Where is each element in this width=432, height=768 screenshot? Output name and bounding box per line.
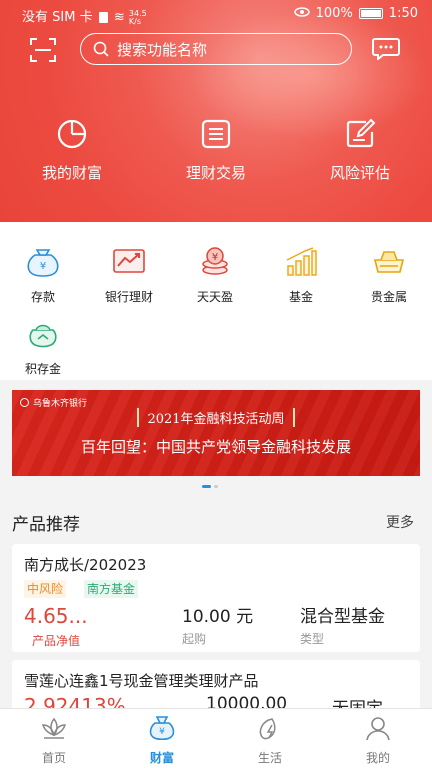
grid-item-label: 基金 <box>288 290 313 304</box>
quick-nav-label: 我的财富 <box>41 164 102 182</box>
quick-nav-label: 风险评估 <box>329 164 390 182</box>
header-banner: 没有 SIM 卡 ≋ 34.5 K/s 100% 1:50 搜索功能名称 我的财… <box>0 0 432 222</box>
edit-doc-icon <box>346 118 376 148</box>
tab-label: 财富 <box>149 751 174 765</box>
tab-label: 生活 <box>257 751 282 765</box>
product-name: 南方成长/202023 <box>24 556 147 574</box>
svg-text:¥: ¥ <box>212 252 218 263</box>
grid-item-label: 积存金 <box>24 362 61 376</box>
carousel-indicator <box>202 485 218 488</box>
banner-subline: 百年回望：中国共产党领导金融科技发展 <box>80 438 351 456</box>
tab-home[interactable]: 首页 <box>0 715 108 766</box>
svg-text:¥: ¥ <box>159 727 165 737</box>
product-type-label: 类型 <box>300 632 325 646</box>
grid-item-gold-accumulation[interactable]: 积存金 <box>0 318 86 377</box>
bank-logo-icon <box>20 398 29 407</box>
grid-item-deposit[interactable]: ¥ 存款 <box>0 246 86 305</box>
scan-icon[interactable] <box>30 38 56 62</box>
search-bar[interactable]: 搜索功能名称 <box>80 33 352 65</box>
product-rate: 4.65... <box>24 604 88 628</box>
grid-item-label: 天天盈 <box>196 290 233 304</box>
status-left: 没有 SIM 卡 ≋ 34.5 K/s <box>22 6 147 26</box>
status-right: 100% 1:50 <box>293 6 418 21</box>
product-rate-label: 产品净值 <box>32 634 81 648</box>
wealth-bag-icon: ¥ <box>149 716 175 741</box>
search-icon <box>93 41 109 57</box>
status-bar: 没有 SIM 卡 ≋ 34.5 K/s 100% 1:50 <box>0 0 432 28</box>
list-icon <box>201 119 231 149</box>
pie-chart-icon <box>57 119 87 149</box>
product-min-amount-label: 起购 <box>182 632 207 646</box>
company-tag: 南方基金 <box>84 580 139 598</box>
bottom-tab-bar: 首页 ¥ 财富 生活 我的 <box>0 708 432 768</box>
grid-item-precious-metal[interactable]: 贵金属 <box>346 246 432 305</box>
trend-chart-icon <box>113 249 145 273</box>
product-name: 雪莲心连鑫1号现金管理类理财产品 <box>24 672 259 690</box>
life-icon <box>259 718 276 740</box>
quick-nav-trading[interactable]: 理财交易 <box>161 112 271 183</box>
grid-item-fund[interactable]: 基金 <box>258 246 344 305</box>
clock: 1:50 <box>388 6 418 21</box>
carousel-dot-active <box>202 485 211 488</box>
message-icon[interactable] <box>372 38 400 60</box>
quick-nav: 我的财富 理财交易 风险评估 <box>0 112 432 182</box>
product-card[interactable]: 南方成长/202023 中风险 南方基金 4.65... 产品净值 10.00 … <box>12 544 420 652</box>
svg-text:¥: ¥ <box>40 261 46 272</box>
grid-item-label: 银行理财 <box>104 290 153 304</box>
lotus-icon <box>41 717 67 739</box>
product-min-amount: 10.00 元 <box>182 607 254 627</box>
product-category-grid: ¥ 存款 银行理财 ¥ 天天盈 基金 贵金属 积存金 <box>0 222 432 380</box>
search-placeholder: 搜索功能名称 <box>117 40 208 59</box>
risk-tag: 中风险 <box>24 580 67 598</box>
tab-wealth[interactable]: ¥ 财富 <box>108 715 216 766</box>
promo-banner[interactable]: 乌鲁木齐银行 2021年金融科技活动周 百年回望：中国共产党领导金融科技发展 <box>12 390 420 476</box>
product-type: 混合型基金 <box>300 607 385 627</box>
quick-nav-my-wealth[interactable]: 我的财富 <box>17 112 127 183</box>
banner-headline: 2021年金融科技活动周 <box>12 408 420 427</box>
sim-status: 没有 SIM 卡 <box>22 10 93 25</box>
grid-item-tiantianying[interactable]: ¥ 天天盈 <box>172 246 258 305</box>
section-title: 产品推荐 <box>12 515 80 535</box>
more-link[interactable]: 更多 <box>386 512 414 532</box>
tab-life[interactable]: 生活 <box>216 715 324 766</box>
eye-icon <box>293 6 310 21</box>
bar-chart-icon <box>286 247 317 276</box>
grid-item-label: 存款 <box>30 290 55 304</box>
gold-pot-icon <box>29 324 57 348</box>
grid-item-bank-wealth[interactable]: 银行理财 <box>86 246 172 305</box>
tab-label: 首页 <box>41 751 66 765</box>
money-bag-icon: ¥ <box>27 249 59 277</box>
carousel-dot <box>214 485 218 488</box>
wifi-icon: ≋ <box>113 10 125 25</box>
coin-stack-icon: ¥ <box>202 247 228 275</box>
sim-alert-icon <box>98 12 108 23</box>
quick-nav-label: 理财交易 <box>185 164 246 182</box>
user-icon <box>366 717 390 741</box>
grid-item-label: 贵金属 <box>370 290 407 304</box>
gold-ingot-icon <box>373 251 405 273</box>
tab-mine[interactable]: 我的 <box>324 715 432 766</box>
battery-icon <box>358 8 383 19</box>
quick-nav-risk-assessment[interactable]: 风险评估 <box>305 112 415 183</box>
battery-percent: 100% <box>315 6 353 21</box>
tab-label: 我的 <box>365 751 390 765</box>
net-speed: 34.5 K/s <box>128 8 147 26</box>
